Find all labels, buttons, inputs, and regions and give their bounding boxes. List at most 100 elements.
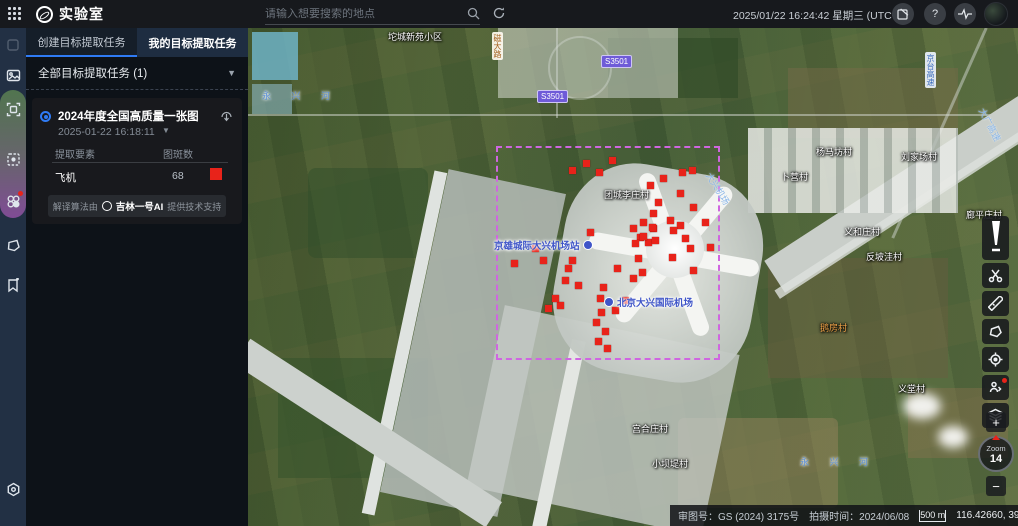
aircraft-marker[interactable] — [650, 210, 657, 217]
aircraft-marker[interactable] — [583, 160, 590, 167]
sidebar-item-image-library[interactable] — [4, 66, 22, 84]
clip-tool[interactable] — [982, 263, 1009, 288]
cloud — [903, 393, 941, 419]
image-icon — [6, 68, 21, 83]
jilin-logo-icon — [102, 201, 112, 211]
sidebar-item-polygon-draw[interactable] — [4, 236, 22, 254]
aircraft-marker[interactable] — [593, 319, 600, 326]
app-logo[interactable]: 实验室 — [36, 4, 104, 24]
sidebar-item-crop-select[interactable] — [4, 150, 22, 168]
algorithm-credit-button[interactable]: 解译算法由 吉林一号AI 提供技术支持 — [48, 195, 226, 217]
aircraft-marker[interactable] — [604, 345, 611, 352]
activity-button[interactable] — [954, 3, 976, 25]
help-button[interactable]: ? — [924, 3, 946, 25]
search-bar[interactable] — [265, 3, 480, 25]
col-header-feature: 提取要素 — [55, 146, 95, 161]
refresh-icon[interactable] — [492, 6, 506, 20]
map-label: 刘家场村 — [901, 150, 937, 163]
col-header-count: 图斑数 — [163, 146, 193, 161]
swipe-compare-tool[interactable] — [982, 216, 1009, 260]
aircraft-marker[interactable] — [649, 224, 656, 231]
task-card[interactable]: 2024年度全国高质量一张图 2025-01-22 16:18:11 ▼ 提取要… — [32, 98, 242, 224]
aircraft-marker[interactable] — [587, 229, 594, 236]
aircraft-marker[interactable] — [614, 265, 621, 272]
scissors-icon — [988, 268, 1003, 283]
aircraft-marker[interactable] — [575, 282, 582, 289]
task-radio[interactable] — [40, 111, 51, 122]
aircraft-marker[interactable] — [669, 254, 676, 261]
aircraft-marker[interactable] — [682, 235, 689, 242]
measure-tool[interactable] — [982, 291, 1009, 316]
sidebar-item-apps-clover[interactable] — [4, 192, 22, 210]
aircraft-marker[interactable] — [552, 295, 559, 302]
avatar[interactable] — [984, 2, 1008, 26]
aircraft-marker[interactable] — [630, 275, 637, 282]
aircraft-marker[interactable] — [667, 217, 674, 224]
aircraft-marker[interactable] — [557, 302, 564, 309]
task-filter-dropdown[interactable]: 全部目标提取任务 (1) ▼ — [26, 57, 248, 90]
aircraft-marker[interactable] — [569, 257, 576, 264]
map-label: 小坝堤村 — [652, 457, 688, 470]
poi-label[interactable]: 北京大兴国际机场 — [604, 295, 693, 309]
aircraft-marker[interactable] — [702, 219, 709, 226]
aircraft-marker[interactable] — [511, 260, 518, 267]
satellite-map[interactable]: 坨城新苑小区团城李庄村杨马坊村刘家场村卜营村义和庄村廊平庄村反坡洼村鹅房村义堂村… — [248, 28, 1018, 526]
aircraft-marker[interactable] — [640, 233, 647, 240]
aircraft-marker[interactable] — [652, 237, 659, 244]
download-icon[interactable] — [220, 109, 233, 122]
poi-label[interactable]: 京雄城际大兴机场站 — [494, 238, 593, 252]
aircraft-marker[interactable] — [600, 284, 607, 291]
aircraft-marker[interactable] — [679, 169, 686, 176]
settings-icon — [6, 482, 21, 497]
clover-icon — [6, 194, 21, 209]
tab-create-task[interactable]: 创建目标提取任务 — [26, 28, 137, 57]
chevron-down-icon: ▼ — [227, 68, 236, 78]
aircraft-marker[interactable] — [595, 338, 602, 345]
sidebar-item-settings[interactable] — [4, 480, 22, 498]
locate-tool[interactable] — [982, 347, 1009, 372]
aircraft-marker[interactable] — [690, 267, 697, 274]
aircraft-marker[interactable] — [690, 204, 697, 211]
aircraft-marker[interactable] — [602, 328, 609, 335]
aircraft-marker[interactable] — [677, 190, 684, 197]
aircraft-marker[interactable] — [562, 277, 569, 284]
aircraft-marker[interactable] — [677, 222, 684, 229]
aircraft-marker[interactable] — [639, 269, 646, 276]
edit-note-button[interactable] — [892, 3, 914, 25]
top-bar: 实验室 2025/01/22 16:24:42 星期三 (UTC+8) ? — [0, 0, 1018, 28]
search-input[interactable] — [265, 8, 467, 20]
aircraft-marker[interactable] — [635, 255, 642, 262]
aircraft-marker[interactable] — [689, 167, 696, 174]
aircraft-marker[interactable] — [540, 257, 547, 264]
zoom-dial[interactable]: Zoom 14 — [978, 436, 1014, 472]
aircraft-marker[interactable] — [630, 225, 637, 232]
aircraft-marker[interactable] — [670, 227, 677, 234]
sidebar-item-bookmark-add[interactable] — [4, 276, 22, 294]
aircraft-marker[interactable] — [655, 199, 662, 206]
aircraft-marker[interactable] — [645, 239, 652, 246]
aircraft-marker[interactable] — [598, 309, 605, 316]
poi-person-tool[interactable] — [982, 375, 1009, 400]
draw-polygon-tool[interactable] — [982, 319, 1009, 344]
aircraft-marker[interactable] — [660, 175, 667, 182]
zoom-in-button[interactable]: + — [986, 412, 1006, 432]
aircraft-marker[interactable] — [632, 240, 639, 247]
search-icon[interactable] — [467, 7, 480, 20]
aircraft-marker[interactable] — [707, 244, 714, 251]
apps-grid-icon[interactable] — [8, 7, 22, 21]
sidebar-item-ai-extract[interactable] — [4, 100, 22, 118]
aircraft-marker[interactable] — [545, 305, 552, 312]
tab-my-tasks[interactable]: 我的目标提取任务 — [137, 28, 248, 57]
sidebar-item-home[interactable] — [4, 36, 22, 54]
aircraft-marker[interactable] — [640, 219, 647, 226]
aircraft-marker[interactable] — [609, 157, 616, 164]
zoom-out-button[interactable]: − — [986, 476, 1006, 496]
aircraft-marker[interactable] — [565, 265, 572, 272]
aircraft-marker[interactable] — [596, 169, 603, 176]
map-label: 永 兴 河 — [262, 89, 339, 102]
chevron-down-icon[interactable]: ▼ — [162, 126, 170, 135]
aircraft-marker[interactable] — [569, 167, 576, 174]
aircraft-marker[interactable] — [597, 295, 604, 302]
divider — [52, 162, 228, 163]
aircraft-marker[interactable] — [687, 245, 694, 252]
